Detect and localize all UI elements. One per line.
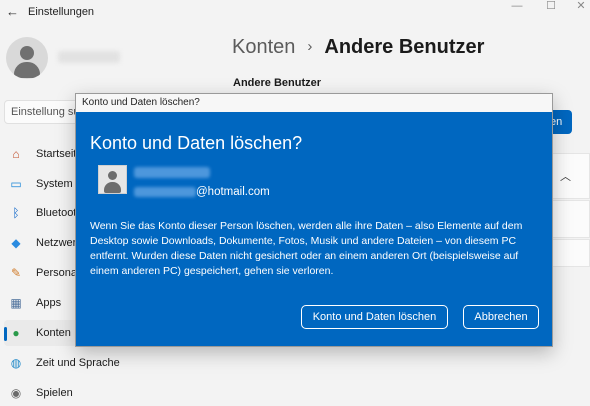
back-arrow-icon[interactable]: ← (6, 4, 19, 19)
home-icon: ⌂ (12, 147, 20, 161)
avatar-head-shape (108, 171, 117, 180)
account-email: @hotmail.com (134, 183, 270, 198)
avatar-body-shape (104, 182, 121, 193)
nav-label: Zeit und Sprache (36, 357, 120, 369)
breadcrumb: Konten › Andere Benutzer (232, 36, 484, 59)
dialog-title-bar: Konto und Daten löschen? (76, 94, 552, 112)
cancel-button[interactable]: Abbrechen (463, 305, 539, 329)
chevron-up-icon[interactable]: ︿ (560, 168, 571, 184)
nav-item-bluetooth[interactable]: ᛒ Bluetooth (4, 200, 82, 226)
account-avatar (98, 165, 127, 194)
user-avatar (6, 37, 48, 79)
apps-icon: ▦ (10, 296, 22, 310)
delete-account-and-data-button[interactable]: Konto und Daten löschen (301, 305, 448, 329)
email-domain: @hotmail.com (196, 185, 270, 198)
nav-item-apps[interactable]: ▦ Apps (4, 290, 78, 316)
delete-warning-text: Wenn Sie das Konto dieser Person löschen… (90, 220, 523, 277)
maximize-button[interactable]: ☐ (536, 0, 566, 14)
nav-item-netzwerk[interactable]: ◆ Netzwerk (4, 230, 81, 256)
account-option-row[interactable] (552, 200, 590, 238)
bluetooth-icon: ᛒ (12, 206, 20, 220)
monitor-icon: ▭ (10, 177, 22, 191)
title-bar: ← Einstellungen — ☐ ✕ (0, 0, 590, 24)
nav-item-startseite[interactable]: ⌂ Startseite (4, 141, 82, 167)
nav-item-zeit-und-sprache[interactable]: ◍ Zeit und Sprache (4, 350, 124, 376)
section-label: Andere Benutzer (233, 77, 322, 89)
minimize-button[interactable]: — (502, 0, 532, 14)
chevron-right-icon: › (307, 38, 313, 55)
nav-label: Personal (36, 267, 80, 279)
nav-item-system[interactable]: ▭ System (4, 171, 78, 197)
gamepad-icon: ◉ (10, 386, 22, 400)
brush-icon: ✎ (10, 266, 22, 280)
person-icon: ● (12, 326, 20, 340)
breadcrumb-parent[interactable]: Konten (232, 36, 295, 58)
nav-item-spielen[interactable]: ◉ Spielen (4, 380, 78, 406)
wifi-icon: ◆ (11, 236, 21, 250)
globe-clock-icon: ◍ (10, 356, 22, 370)
close-button[interactable]: ✕ (566, 0, 590, 14)
delete-account-dialog: Konto und Daten löschen? Konto und Daten… (75, 93, 553, 347)
app-title: Einstellungen (28, 6, 95, 18)
dialog-heading: Konto und Daten löschen? (90, 133, 303, 153)
nav-label: Apps (36, 297, 62, 309)
account-card[interactable] (552, 153, 590, 199)
user-name-redacted (58, 51, 120, 63)
avatar-body-shape (14, 62, 40, 78)
nav-label: Spielen (36, 387, 73, 399)
nav-label: Konten (36, 327, 71, 339)
page-title: Andere Benutzer (324, 36, 485, 58)
email-local-part-redacted (134, 186, 196, 197)
nav-label: System (36, 178, 73, 190)
nav-item-personalisierung[interactable]: ✎ Personal (4, 260, 80, 286)
avatar-head-shape (20, 46, 34, 60)
account-option-row[interactable] (552, 239, 590, 267)
account-name-redacted (134, 167, 210, 178)
nav-item-konten[interactable]: ● Konten (4, 320, 78, 346)
